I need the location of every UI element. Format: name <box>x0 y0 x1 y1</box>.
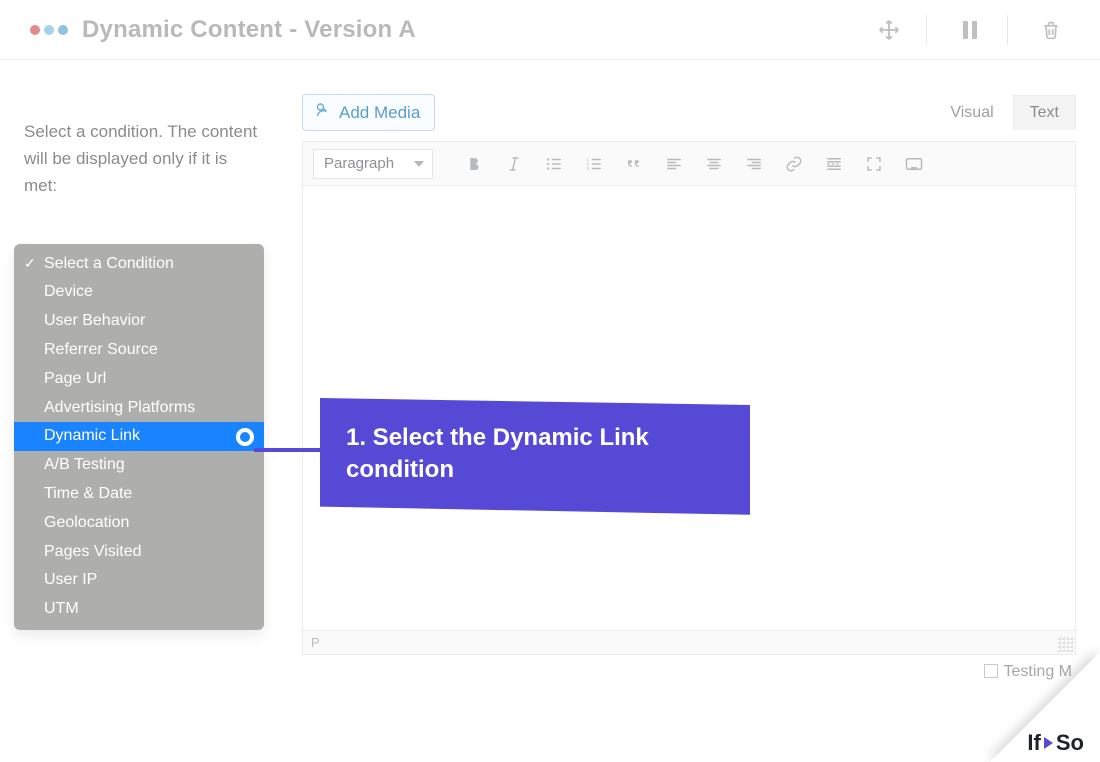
instruction-callout: 1. Select the Dynamic Link condition <box>320 398 750 515</box>
pause-button[interactable] <box>943 9 997 51</box>
brand-left: If <box>1027 730 1040 756</box>
numbered-list-button[interactable]: 123 <box>579 149 609 179</box>
italic-button[interactable] <box>499 149 529 179</box>
check-icon: ✓ <box>24 253 36 275</box>
trash-icon <box>1041 19 1061 41</box>
editor-mode-tabs: Visual Text <box>933 95 1076 130</box>
keyboard-icon <box>903 155 925 173</box>
dot-icon <box>44 25 54 35</box>
link-icon <box>784 155 804 173</box>
condition-option-label: User IP <box>44 571 97 588</box>
condition-option-label: A/B Testing <box>44 456 125 473</box>
separator <box>926 15 927 45</box>
testing-mode-row: Testing M <box>302 655 1076 681</box>
align-left-icon <box>664 155 684 173</box>
condition-select-dropdown[interactable]: ✓ Select a Condition Device User Behavior Re… <box>14 244 264 630</box>
condition-option[interactable]: Page Url <box>14 365 264 394</box>
condition-option-label: Geolocation <box>44 514 129 531</box>
list-ul-icon <box>544 155 564 173</box>
condition-option-label: Device <box>44 283 93 300</box>
condition-option[interactable]: Geolocation <box>14 509 264 538</box>
condition-option[interactable]: User IP <box>14 566 264 595</box>
panel-title: Dynamic Content - Version A <box>82 16 416 44</box>
align-right-icon <box>744 155 764 173</box>
tab-visual[interactable]: Visual <box>933 95 1010 130</box>
brand-logo: If So <box>1027 730 1084 756</box>
condition-option-label: Time & Date <box>44 485 132 502</box>
condition-option[interactable]: A/B Testing <box>14 451 264 480</box>
condition-option[interactable]: Pages Visited <box>14 538 264 567</box>
condition-option[interactable]: User Behavior <box>14 307 264 336</box>
align-right-button[interactable] <box>739 149 769 179</box>
play-icon <box>1044 737 1053 749</box>
tab-text[interactable]: Text <box>1013 95 1076 130</box>
condition-option[interactable]: Device <box>14 278 264 307</box>
callout-text: 1. Select the Dynamic Link condition <box>346 424 649 483</box>
editor-path: P <box>311 635 320 650</box>
testing-mode-label: Testing M <box>1004 663 1072 680</box>
condition-hint: Select a condition. The content will be … <box>24 118 274 200</box>
align-left-button[interactable] <box>659 149 689 179</box>
window-dots <box>30 25 68 35</box>
editor-status-bar: P <box>303 630 1075 654</box>
dot-icon <box>30 25 40 35</box>
format-select[interactable]: Paragraph <box>313 149 433 179</box>
panel-actions <box>856 9 1078 51</box>
condition-option[interactable]: Time & Date <box>14 480 264 509</box>
panel-header: Dynamic Content - Version A <box>0 0 1100 60</box>
condition-option[interactable]: Dynamic Link <box>14 422 264 451</box>
link-button[interactable] <box>779 149 809 179</box>
condition-option-label: Pages Visited <box>44 543 142 560</box>
chevron-down-icon <box>414 161 424 167</box>
quote-icon <box>624 155 644 173</box>
read-more-icon <box>824 155 844 173</box>
brand-right: So <box>1056 730 1084 756</box>
align-center-icon <box>704 155 724 173</box>
resize-grip-icon[interactable] <box>1057 636 1073 652</box>
fullscreen-button[interactable] <box>859 149 889 179</box>
editor-column: Add Media Visual Text Paragraph 123 <box>274 94 1076 681</box>
condition-option-label: Dynamic Link <box>44 427 140 444</box>
fullscreen-icon <box>865 155 883 173</box>
move-button[interactable] <box>862 9 916 51</box>
toolbar-toggle-button[interactable] <box>899 149 929 179</box>
media-icon <box>313 101 331 124</box>
bold-icon <box>465 155 483 173</box>
svg-text:3: 3 <box>587 166 590 171</box>
condition-option-label: Advertising Platforms <box>44 399 195 416</box>
pause-icon <box>961 20 979 40</box>
condition-option-label: UTM <box>44 600 79 617</box>
add-media-button[interactable]: Add Media <box>302 94 435 131</box>
move-icon <box>878 19 900 41</box>
condition-option-label: User Behavior <box>44 312 145 329</box>
add-media-label: Add Media <box>339 103 420 123</box>
italic-icon <box>505 155 523 173</box>
condition-option-label: Page Url <box>44 370 106 387</box>
condition-option[interactable]: Advertising Platforms <box>14 394 264 423</box>
bulleted-list-button[interactable] <box>539 149 569 179</box>
condition-option[interactable]: UTM <box>14 595 264 624</box>
read-more-button[interactable] <box>819 149 849 179</box>
testing-mode-checkbox[interactable] <box>984 664 998 678</box>
list-ol-icon: 123 <box>584 155 604 173</box>
condition-option[interactable]: ✓ Select a Condition <box>14 250 264 279</box>
editor-toolbar: Paragraph 123 <box>302 141 1076 185</box>
condition-option-label: Select a Condition <box>44 255 174 272</box>
delete-button[interactable] <box>1024 9 1078 51</box>
dot-icon <box>58 25 68 35</box>
bold-button[interactable] <box>459 149 489 179</box>
condition-option-label: Referrer Source <box>44 341 158 358</box>
separator <box>1007 15 1008 45</box>
align-center-button[interactable] <box>699 149 729 179</box>
blockquote-button[interactable] <box>619 149 649 179</box>
condition-option[interactable]: Referrer Source <box>14 336 264 365</box>
condition-sidebar: Select a condition. The content will be … <box>24 94 274 681</box>
format-select-label: Paragraph <box>324 155 394 172</box>
